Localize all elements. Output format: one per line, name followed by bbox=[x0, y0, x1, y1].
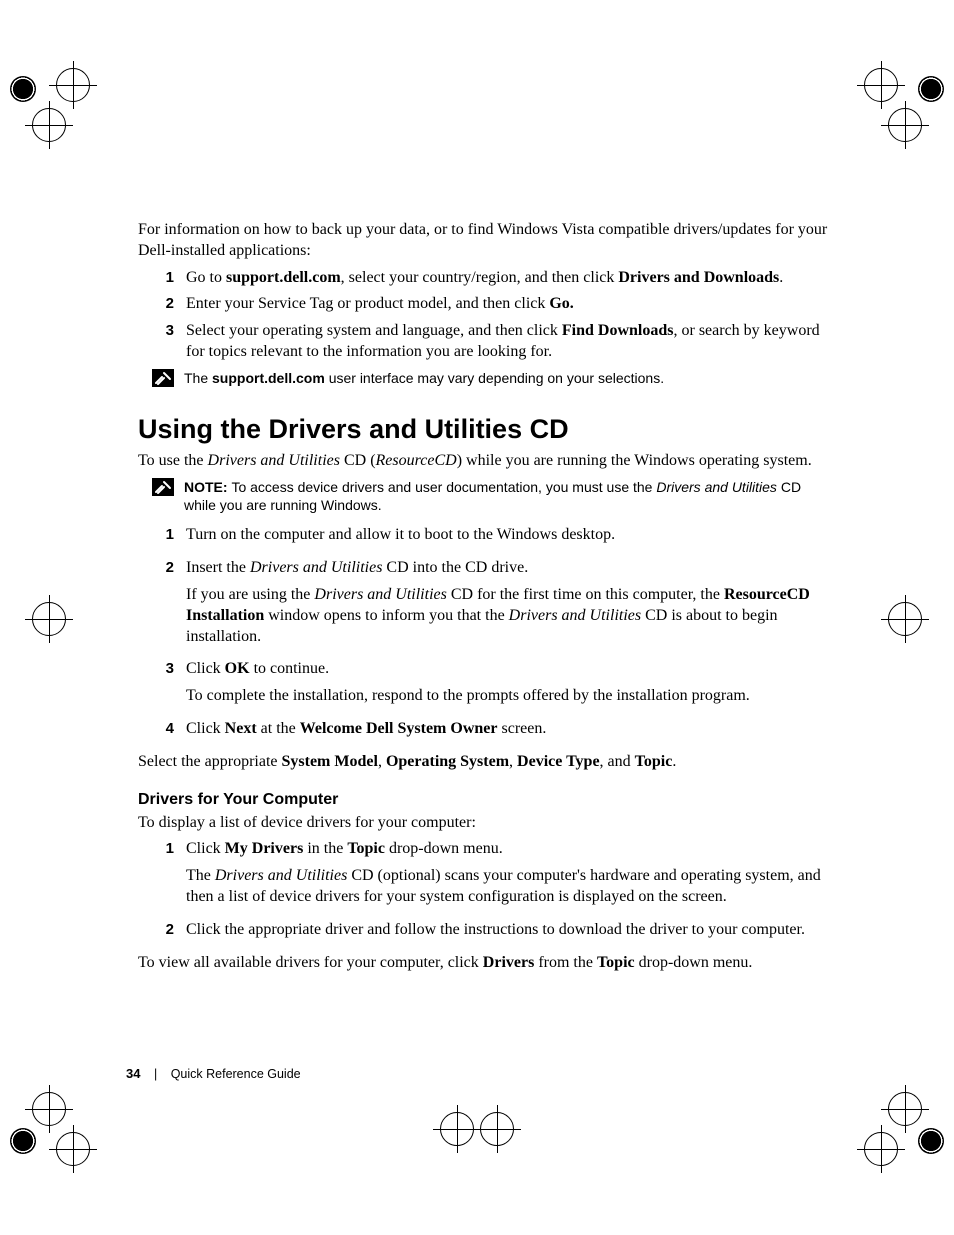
page-content: For information on how to back up your d… bbox=[138, 220, 836, 979]
registration-mark-icon bbox=[56, 1132, 90, 1166]
list-item: 1Turn on the computer and allow it to bo… bbox=[138, 525, 836, 552]
list-item: 2Insert the Drivers and Utilities CD int… bbox=[138, 558, 836, 653]
list-number: 1 bbox=[138, 525, 186, 552]
registration-mark-icon bbox=[918, 76, 944, 102]
registration-mark-icon bbox=[32, 108, 66, 142]
paragraph-view-all: To view all available drivers for your c… bbox=[138, 953, 836, 974]
heading-using-cd: Using the Drivers and Utilities CD bbox=[138, 414, 836, 445]
list-number: 3 bbox=[138, 321, 186, 363]
page-footer: 34 | Quick Reference Guide bbox=[126, 1066, 301, 1081]
ordered-list-cd: 1Turn on the computer and allow it to bo… bbox=[138, 525, 836, 745]
registration-mark-icon bbox=[32, 602, 66, 636]
registration-mark-icon bbox=[888, 1092, 922, 1126]
list-item: 2Click the appropriate driver and follow… bbox=[138, 920, 836, 947]
note-text: The support.dell.com user interface may … bbox=[184, 369, 836, 388]
registration-mark-icon bbox=[888, 602, 922, 636]
note-support: The support.dell.com user interface may … bbox=[138, 369, 836, 392]
intro-paragraph: For information on how to back up your d… bbox=[138, 220, 836, 262]
registration-mark-icon bbox=[10, 1128, 36, 1154]
registration-mark-icon bbox=[10, 76, 36, 102]
list-body: Go to support.dell.com, select your coun… bbox=[186, 268, 836, 289]
list-item: 1Click My Drivers in the Topic drop-down… bbox=[138, 839, 836, 913]
list-item: 1Go to support.dell.com, select your cou… bbox=[138, 268, 836, 289]
list-number: 1 bbox=[138, 839, 186, 913]
note-text: NOTE: To access device drivers and user … bbox=[184, 478, 836, 516]
footer-separator: | bbox=[154, 1067, 157, 1081]
list-number: 2 bbox=[138, 558, 186, 653]
list-item: 3Click OK to continue.To complete the in… bbox=[138, 659, 836, 713]
list-body: Insert the Drivers and Utilities CD into… bbox=[186, 558, 836, 653]
list-number: 2 bbox=[138, 294, 186, 315]
list-body: Click My Drivers in the Topic drop-down … bbox=[186, 839, 836, 913]
list-number: 3 bbox=[138, 659, 186, 713]
page-number: 34 bbox=[126, 1066, 140, 1081]
list-number: 4 bbox=[138, 719, 186, 746]
ordered-list-backup: 1Go to support.dell.com, select your cou… bbox=[138, 268, 836, 363]
subheading-intro: To display a list of device drivers for … bbox=[138, 813, 836, 834]
footer-title: Quick Reference Guide bbox=[171, 1067, 301, 1081]
heading-intro: To use the Drivers and Utilities CD (Res… bbox=[138, 451, 836, 472]
list-item: 4Click Next at the Welcome Dell System O… bbox=[138, 719, 836, 746]
list-body: Click Next at the Welcome Dell System Ow… bbox=[186, 719, 836, 746]
ordered-list-drivers: 1Click My Drivers in the Topic drop-down… bbox=[138, 839, 836, 946]
registration-mark-icon bbox=[32, 1092, 66, 1126]
list-item: 3Select your operating system and langua… bbox=[138, 321, 836, 363]
list-body: Click the appropriate driver and follow … bbox=[186, 920, 836, 947]
paragraph-select-appropriate: Select the appropriate System Model, Ope… bbox=[138, 752, 836, 773]
subheading-drivers: Drivers for Your Computer bbox=[138, 791, 836, 809]
list-body: Select your operating system and languag… bbox=[186, 321, 836, 363]
note-access: NOTE: To access device drivers and user … bbox=[138, 478, 836, 516]
list-number: 1 bbox=[138, 268, 186, 289]
registration-mark-icon bbox=[864, 1132, 898, 1166]
list-body: Enter your Service Tag or product model,… bbox=[186, 294, 836, 315]
registration-mark-icon bbox=[480, 1112, 514, 1146]
list-body: Turn on the computer and allow it to boo… bbox=[186, 525, 836, 552]
registration-mark-icon bbox=[56, 68, 90, 102]
registration-mark-icon bbox=[888, 108, 922, 142]
note-icon bbox=[138, 369, 184, 392]
list-body: Click OK to continue.To complete the ins… bbox=[186, 659, 836, 713]
note-icon bbox=[138, 478, 184, 501]
list-item: 2Enter your Service Tag or product model… bbox=[138, 294, 836, 315]
list-number: 2 bbox=[138, 920, 186, 947]
registration-mark-icon bbox=[440, 1112, 474, 1146]
registration-mark-icon bbox=[918, 1128, 944, 1154]
registration-mark-icon bbox=[864, 68, 898, 102]
